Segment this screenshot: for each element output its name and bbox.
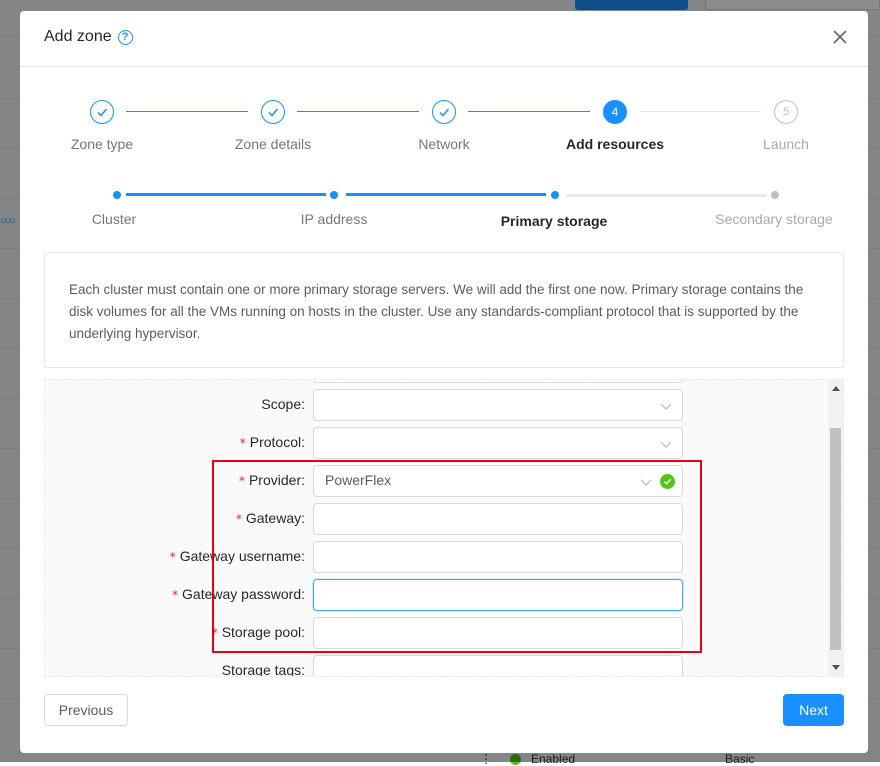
gateway-label: * Gateway: — [235, 510, 305, 526]
chevron-down-icon — [660, 441, 672, 448]
form-row-provider: * Provider: PowerFlex — [45, 465, 843, 497]
next-button[interactable]: Next — [783, 694, 844, 726]
protocol-label: * Protocol: — [239, 434, 305, 450]
step-wait-number: 5 — [774, 100, 798, 124]
provider-value: PowerFlex — [325, 472, 392, 488]
substep-dot — [330, 191, 338, 199]
step-finished-check-icon — [261, 100, 285, 124]
question-circle-icon[interactable]: ? — [117, 29, 133, 45]
provider-label: * Provider: — [238, 472, 305, 488]
close-icon[interactable] — [832, 29, 848, 45]
substep-dot — [771, 191, 779, 199]
scroll-up-arrow-icon[interactable] — [832, 386, 840, 391]
substep-cluster: Cluster — [91, 211, 137, 227]
add-zone-modal: Add zone ? Zone type Zone details Networ… — [20, 11, 868, 753]
form-scrollbar[interactable] — [828, 380, 843, 676]
storage-pool-label: * Storage pool: — [211, 624, 305, 640]
form-row-scope: Scope: — [45, 389, 843, 421]
step-add-resources: Add resources — [565, 136, 665, 152]
modal-header: Add zone ? — [20, 11, 868, 67]
form-row-gateway: * Gateway: — [45, 503, 843, 535]
scrollbar-thumb[interactable] — [830, 428, 841, 650]
substep-dot — [551, 191, 559, 199]
form-row-gateway-username: * Gateway username: — [45, 541, 843, 573]
form-row-gateway-password: * Gateway password: — [45, 579, 843, 611]
substep-primary-storage: Primary storage — [500, 213, 608, 229]
protocol-select[interactable] — [313, 427, 683, 459]
step-network: Network — [418, 136, 470, 152]
step-zone-details: Zone details — [234, 136, 312, 152]
scope-select[interactable] — [313, 389, 683, 421]
substep-dot — [113, 191, 121, 199]
step-description: Each cluster must contain one or more pr… — [44, 252, 844, 368]
substep-secondary-storage: Secondary storage — [715, 211, 833, 227]
hidden-field-input[interactable] — [313, 380, 683, 383]
storage-tags-input[interactable] — [313, 655, 683, 676]
step-active-number: 4 — [603, 100, 627, 124]
step-finished-check-icon — [90, 100, 114, 124]
chevron-down-icon — [640, 479, 652, 486]
scroll-down-arrow-icon[interactable] — [832, 665, 840, 670]
gateway-password-input[interactable] — [313, 579, 683, 611]
provider-select[interactable]: PowerFlex — [313, 465, 683, 497]
gateway-username-input[interactable] — [313, 541, 683, 573]
form-row-hidden — [45, 380, 843, 383]
check-circle-icon — [660, 474, 675, 489]
storage-pool-input[interactable] — [313, 617, 683, 649]
primary-storage-form: Scope: * Protocol: * Provider: PowerFlex *… — [44, 379, 844, 677]
gateway-password-label: * Gateway password: — [172, 586, 305, 602]
chevron-down-icon — [660, 403, 672, 410]
form-row-storage-pool: * Storage pool: — [45, 617, 843, 649]
step-finished-check-icon — [432, 100, 456, 124]
step-launch: Launch — [763, 136, 809, 152]
modal-title: Add zone ? — [44, 28, 133, 46]
previous-button[interactable]: Previous — [44, 694, 128, 726]
scope-label: Scope: — [261, 396, 305, 412]
substep-ip-address: IP address — [300, 211, 368, 227]
gateway-input[interactable] — [313, 503, 683, 535]
storage-tags-label: Storage tags: — [221, 662, 305, 677]
gateway-username-label: * Gateway username: — [169, 548, 305, 564]
form-row-storage-tags: Storage tags: — [45, 655, 843, 677]
step-zone-type: Zone type — [70, 136, 134, 152]
form-row-protocol: * Protocol: — [45, 427, 843, 459]
